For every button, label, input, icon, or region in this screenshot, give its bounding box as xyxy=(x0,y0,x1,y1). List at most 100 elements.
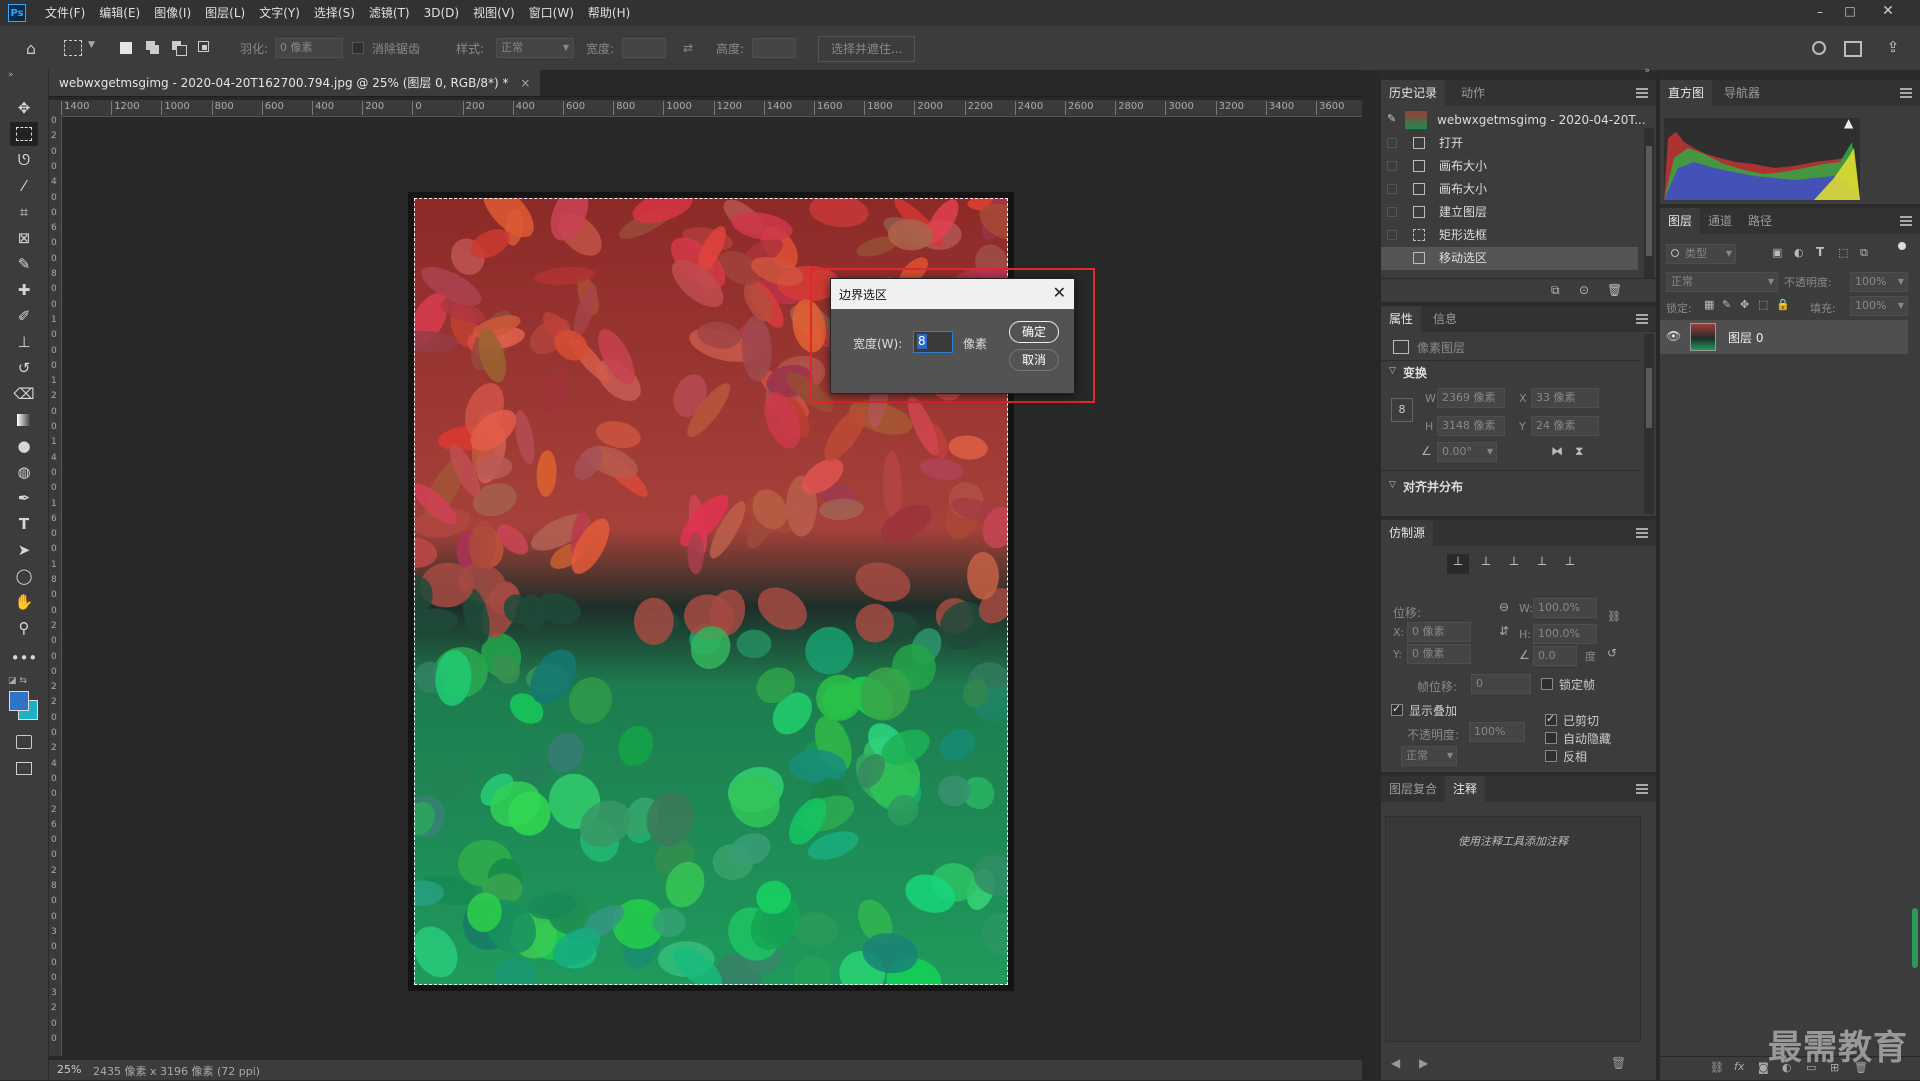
reset-angle-icon[interactable]: ↺ xyxy=(1607,646,1617,660)
crop-tool-icon[interactable]: ⌗ xyxy=(10,200,38,224)
marquee-preset-icon[interactable] xyxy=(64,40,82,56)
tab-layers[interactable]: 图层 xyxy=(1660,208,1701,234)
show-overlay-checkbox[interactable] xyxy=(1391,702,1403,716)
zoom-level[interactable]: 25% xyxy=(57,1063,81,1076)
clone-source-3-icon[interactable]: ⊥ xyxy=(1503,554,1525,574)
blur-tool-icon[interactable]: ● xyxy=(10,434,38,458)
gradient-tool-icon[interactable] xyxy=(10,408,38,432)
document-info[interactable]: 2435 像素 x 3196 像素 (72 ppi) xyxy=(93,1063,260,1079)
history-brush-checkbox[interactable] xyxy=(1387,161,1397,171)
height-input[interactable] xyxy=(752,38,796,58)
clone-source-5-icon[interactable]: ⊥ xyxy=(1559,554,1581,574)
add-selection-icon[interactable] xyxy=(146,41,160,55)
next-note-icon[interactable]: ▶ xyxy=(1419,1056,1428,1070)
link-scale-icon[interactable]: ⛓ xyxy=(1607,610,1621,623)
tab-layer-comps[interactable]: 图层复合 xyxy=(1381,776,1445,802)
history-item[interactable]: 矩形选框 xyxy=(1381,224,1638,247)
healing-brush-tool-icon[interactable]: ✚ xyxy=(10,278,38,302)
close-window-button[interactable]: ✕ xyxy=(1880,3,1896,19)
transform-chevron-icon[interactable]: ▽ xyxy=(1389,366,1396,376)
panel-menu-icon[interactable] xyxy=(1900,88,1912,98)
link-dimensions-icon[interactable]: 8 xyxy=(1391,398,1413,422)
lock-all-icon[interactable]: 🔒 xyxy=(1776,298,1790,311)
menu-item[interactable]: 图像(I) xyxy=(147,0,198,26)
dialog-close-icon[interactable]: ✕ xyxy=(1053,283,1066,302)
fill-input[interactable]: 100% ▼ xyxy=(1850,296,1908,316)
history-brush-checkbox[interactable] xyxy=(1387,230,1397,240)
panel-menu-icon[interactable] xyxy=(1900,216,1912,226)
flip-clone-icon[interactable]: ⇵ xyxy=(1499,624,1509,638)
tab-history[interactable]: 历史记录 xyxy=(1381,80,1446,106)
maximize-button[interactable]: □ xyxy=(1842,4,1858,20)
magic-wand-tool-icon[interactable]: ⁄ xyxy=(10,174,38,198)
tab-properties[interactable]: 属性 xyxy=(1381,306,1422,332)
new-document-from-state-icon[interactable]: ⧉ xyxy=(1551,283,1560,298)
reset-transform-icon[interactable]: ⊖ xyxy=(1499,600,1509,614)
tab-navigator[interactable]: 导航器 xyxy=(1716,80,1768,106)
history-brush-checkbox[interactable] xyxy=(1387,253,1397,263)
path-selection-tool-icon[interactable]: ➤ xyxy=(10,538,38,562)
properties-scrollbar[interactable] xyxy=(1644,334,1654,514)
lock-frame-checkbox[interactable] xyxy=(1541,678,1553,690)
subtract-selection-icon[interactable] xyxy=(172,41,187,56)
menu-item[interactable]: 选择(S) xyxy=(307,0,362,26)
clipped-checkbox[interactable] xyxy=(1545,712,1557,726)
align-title[interactable]: 对齐并分布 xyxy=(1403,478,1463,495)
align-chevron-icon[interactable]: ▽ xyxy=(1389,480,1396,490)
tab-histogram[interactable]: 直方图 xyxy=(1660,80,1713,106)
dodge-tool-icon[interactable]: ◍ xyxy=(10,460,38,484)
tab-clone-source[interactable]: 仿制源 xyxy=(1381,520,1434,546)
history-brush-tool-icon[interactable]: ↺ xyxy=(10,356,38,380)
menu-item[interactable]: 窗口(W) xyxy=(522,0,581,26)
menu-item[interactable]: 3D(D) xyxy=(417,0,466,26)
history-item[interactable]: 建立图层 xyxy=(1381,201,1638,224)
lasso-tool-icon[interactable]: ᘎ xyxy=(10,148,38,172)
history-brush-checkbox[interactable] xyxy=(1387,138,1397,148)
clone-w-input[interactable]: 100.0% xyxy=(1533,598,1597,618)
lock-artboard-icon[interactable]: ⬚ xyxy=(1758,298,1768,311)
lock-pixels-icon[interactable]: ✎ xyxy=(1722,298,1731,311)
h-input[interactable]: 3148 像素 xyxy=(1437,416,1505,436)
chevron-down-icon[interactable]: ▼ xyxy=(88,40,95,50)
tab-actions[interactable]: 动作 xyxy=(1453,80,1493,106)
lock-transparency-icon[interactable]: ▦ xyxy=(1704,298,1714,311)
frame-offset-input[interactable]: 0 xyxy=(1471,674,1531,694)
blend-mode-select[interactable]: 正常 ▼ xyxy=(1666,272,1778,292)
menu-item[interactable]: 图层(L) xyxy=(198,0,252,26)
layer-row[interactable]: 👁 图层 0 xyxy=(1660,320,1908,354)
layer-opacity-input[interactable]: 100% ▼ xyxy=(1850,272,1908,292)
filter-toggle-icon[interactable] xyxy=(1898,242,1906,250)
y-input[interactable]: 24 像素 xyxy=(1531,416,1599,436)
lock-position-icon[interactable]: ✥ xyxy=(1740,298,1749,311)
panel-menu-icon[interactable] xyxy=(1636,88,1648,98)
tab-notes[interactable]: 注释 xyxy=(1445,776,1486,802)
clone-source-2-icon[interactable]: ⊥ xyxy=(1475,554,1497,574)
trash-icon[interactable]: 🗑 xyxy=(1607,283,1622,297)
history-brush-checkbox[interactable] xyxy=(1387,184,1397,194)
intersect-selection-icon[interactable] xyxy=(198,41,212,55)
ps-logo[interactable]: Ps xyxy=(8,4,26,22)
menu-item[interactable]: 滤镜(T) xyxy=(362,0,417,26)
notes-area[interactable]: 使用注释工具添加注释 xyxy=(1385,816,1641,1042)
collapse-panels-icon[interactable]: » xyxy=(1644,66,1650,76)
ellipse-tool-icon[interactable]: ◯ xyxy=(10,564,38,588)
close-tab-icon[interactable]: × xyxy=(520,76,530,90)
antialias-checkbox[interactable] xyxy=(352,42,364,54)
tab-info[interactable]: 信息 xyxy=(1425,306,1465,332)
history-snapshot[interactable]: ✎ webwxgetmsgimg - 2020-04-20T... xyxy=(1381,110,1646,132)
share-icon[interactable]: ⇪ xyxy=(1884,36,1902,58)
new-selection-icon[interactable] xyxy=(120,42,132,54)
menu-item[interactable]: 文字(Y) xyxy=(252,0,307,26)
search-icon[interactable] xyxy=(1812,41,1826,55)
tab-paths[interactable]: 路径 xyxy=(1740,208,1780,234)
screen-mode-icon[interactable] xyxy=(10,756,38,780)
type-tool-icon[interactable]: T xyxy=(10,512,38,536)
eyedropper-tool-icon[interactable]: ✎ xyxy=(10,252,38,276)
visibility-eye-icon[interactable]: 👁 xyxy=(1666,329,1681,343)
clone-y-input[interactable]: 0 像素 xyxy=(1407,644,1471,664)
clone-blend-select[interactable]: 正常 ▼ xyxy=(1401,746,1457,766)
clone-opacity-input[interactable]: 100% xyxy=(1469,722,1525,742)
transform-title[interactable]: 变换 xyxy=(1403,364,1427,381)
filter-smart-object-icon[interactable]: ⧉ xyxy=(1860,246,1868,260)
history-item[interactable]: 画布大小 xyxy=(1381,178,1638,201)
